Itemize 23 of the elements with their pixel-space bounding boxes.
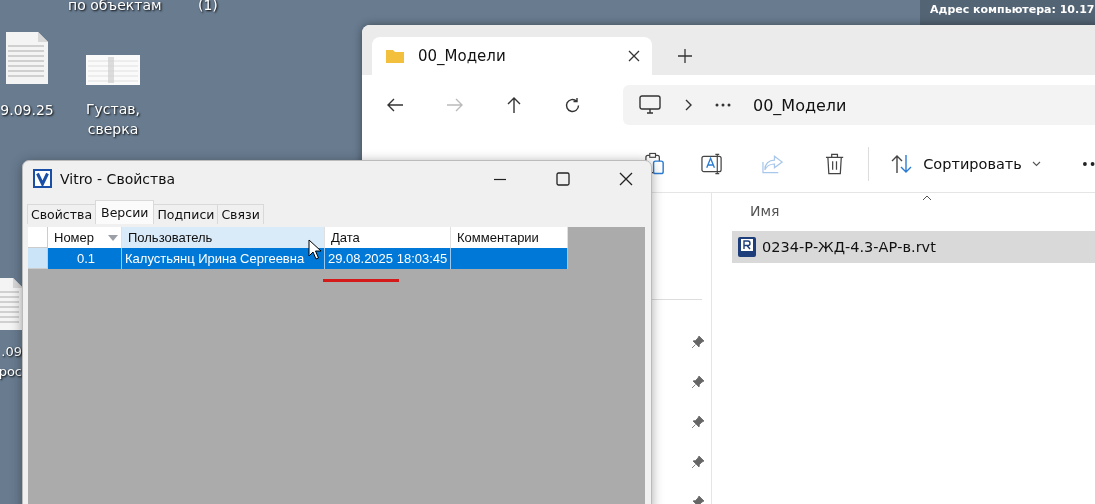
column-header[interactable]: Комментарии: [451, 227, 568, 248]
column-header[interactable]: Имя: [750, 203, 780, 219]
tab[interactable]: Подписи: [153, 204, 219, 224]
table-cell[interactable]: Калустьянц Ирина Сергеевна: [122, 248, 325, 269]
sort-button[interactable]: Сортировать: [885, 149, 1047, 178]
column-header[interactable]: Номер: [48, 227, 122, 248]
desktop-icon-label: .09 рос: [0, 343, 22, 381]
address-bar[interactable]: 00_Модели: [623, 85, 1095, 125]
column-header[interactable]: Пользователь: [122, 227, 325, 248]
breadcrumb[interactable]: 00_Модели: [753, 95, 847, 115]
desktop-icon-label: (1): [198, 0, 218, 13]
tab[interactable]: Версии: [95, 200, 155, 224]
desktop-icon-label: 9.09.25: [0, 101, 54, 120]
tab[interactable]: Свойства: [27, 204, 97, 224]
info-text: Адрес компьютера: 10.17: [930, 3, 1095, 16]
file-row[interactable]: 0234-Р-ЖД-4.3-АР-в.rvt: [732, 231, 1095, 263]
table-cell[interactable]: 29.08.2025 18:03:45: [325, 248, 451, 269]
window-title: Vitro - Свойства: [60, 170, 175, 187]
tab[interactable]: Связи: [217, 204, 264, 224]
column-header[interactable]: Дата: [325, 227, 451, 248]
table-cell[interactable]: 0.1: [48, 248, 122, 269]
explorer-tab[interactable]: 00_Модели: [372, 37, 652, 75]
desktop-icon-label: Густав, сверка: [85, 100, 141, 139]
